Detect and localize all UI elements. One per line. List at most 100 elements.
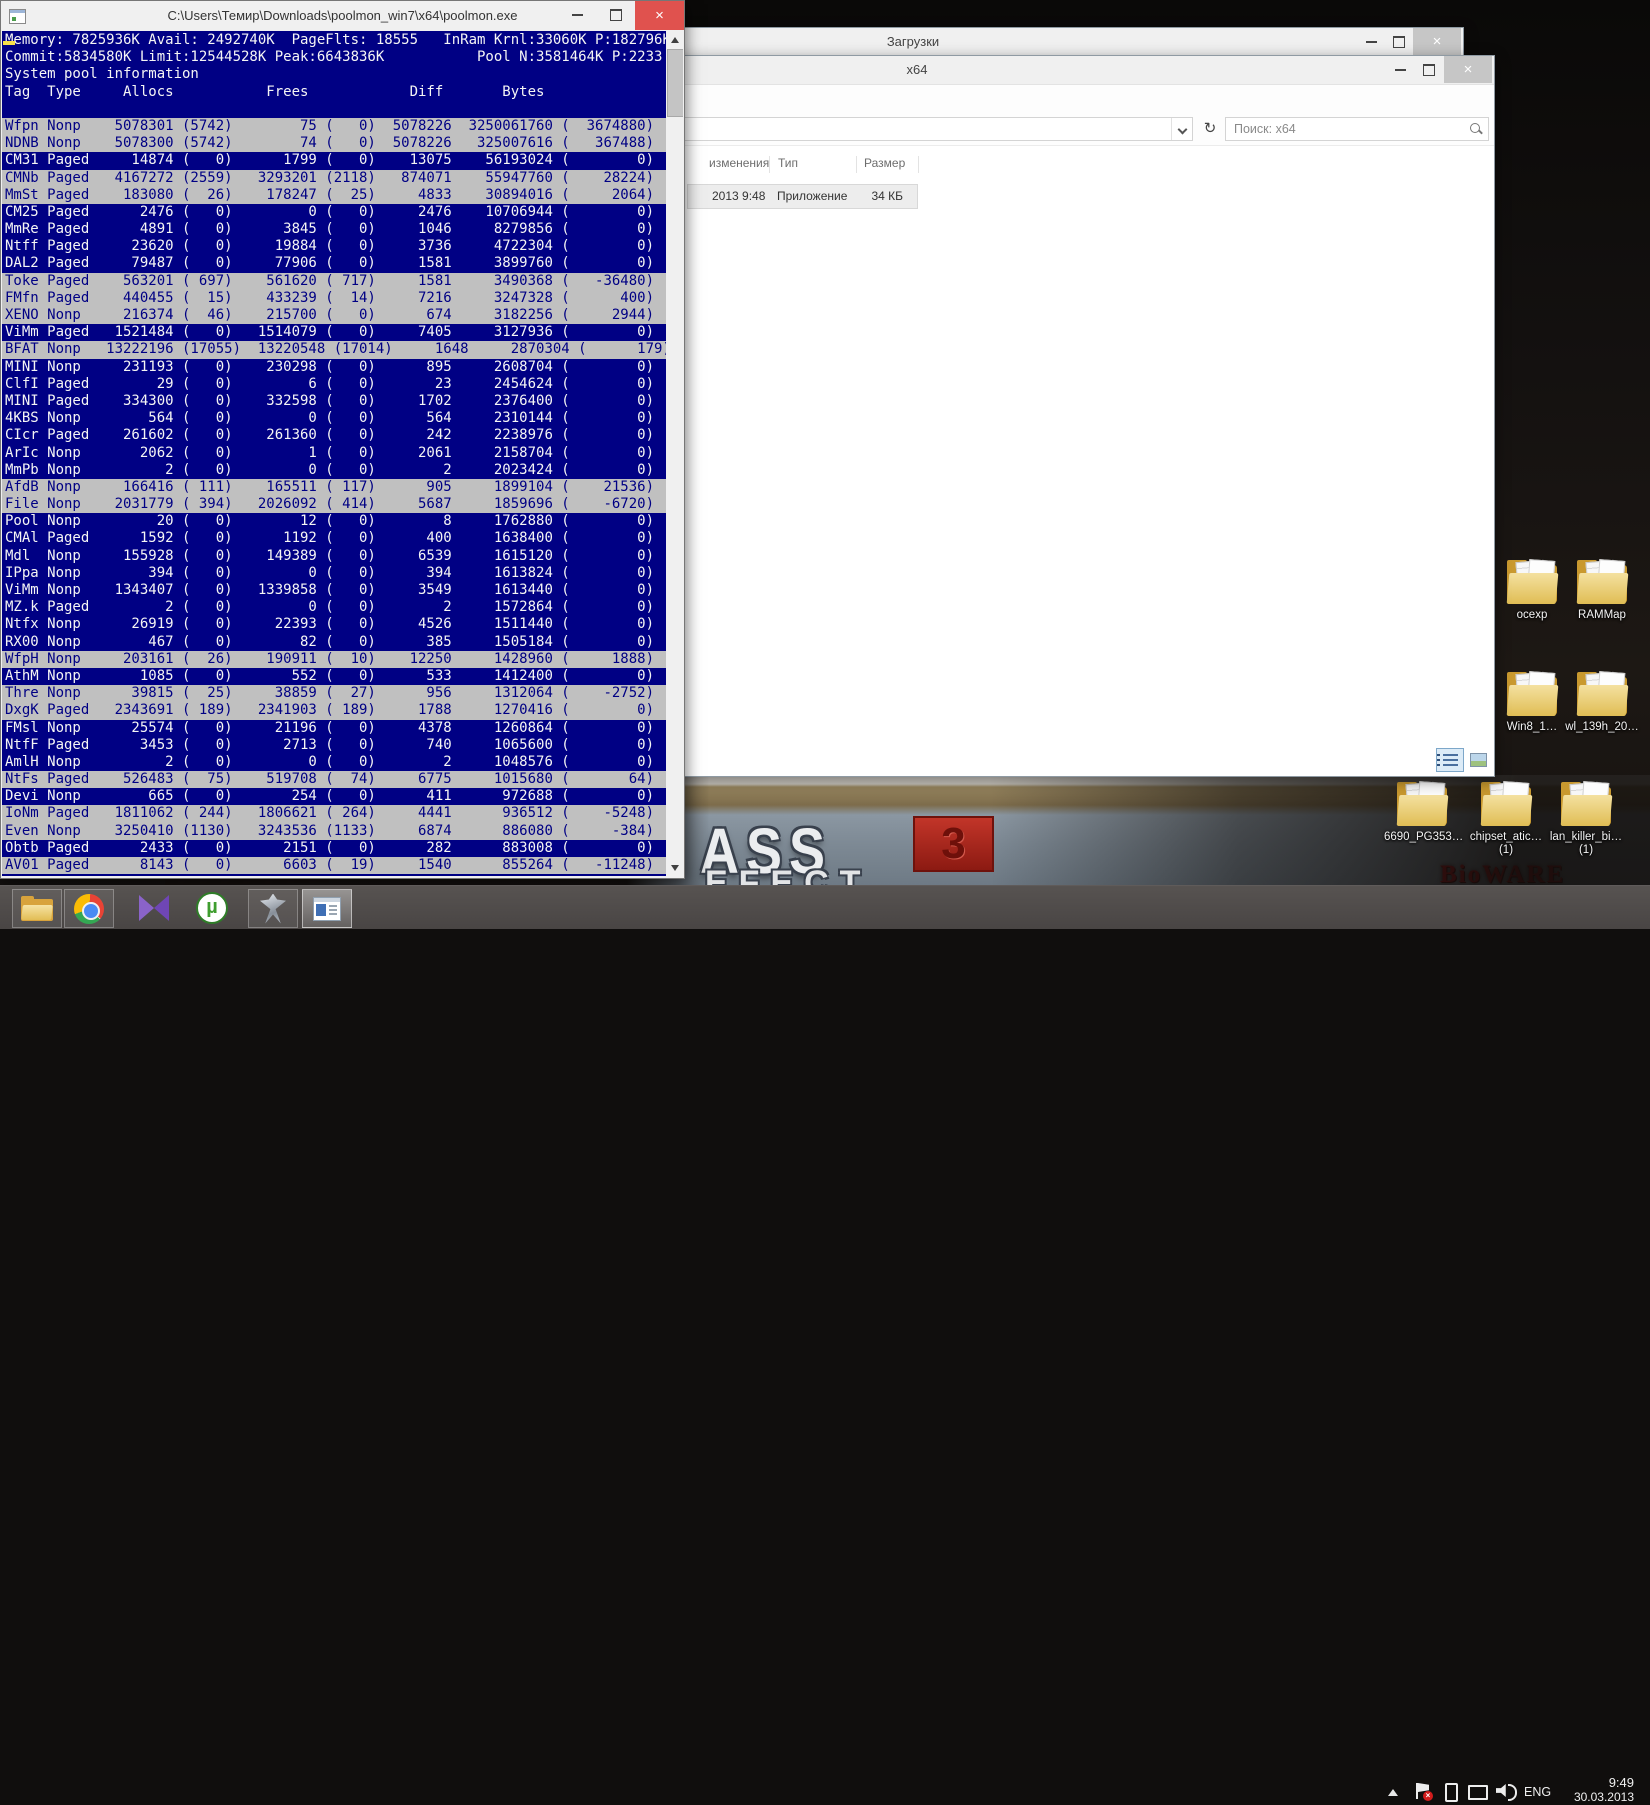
desktop-icon-wl139h[interactable]: wl_139h_20… bbox=[1564, 668, 1640, 734]
column-separator[interactable] bbox=[856, 156, 857, 173]
close-button[interactable]: × bbox=[1413, 28, 1461, 55]
desktop-icon-lan-killer[interactable]: lan_killer_bi… (1) bbox=[1548, 778, 1624, 857]
taskbar-starcraft-button[interactable] bbox=[248, 889, 298, 928]
taskbar-utorrent-button[interactable]: µ bbox=[188, 889, 236, 926]
console-row: NDNB Nonp 5078300 (5742) 74 ( 0) 5078226… bbox=[2, 135, 666, 152]
folder-icon bbox=[1558, 778, 1614, 828]
column-separator[interactable] bbox=[769, 156, 770, 173]
taskbar-file-explorer-button[interactable] bbox=[12, 889, 62, 928]
network-icon[interactable] bbox=[1468, 1785, 1488, 1800]
refresh-button[interactable]: ↻ bbox=[1197, 117, 1223, 141]
folder-icon bbox=[1478, 778, 1534, 828]
chevron-down-icon bbox=[1177, 124, 1187, 134]
console-row: NtfF Paged 3453 ( 0) 2713 ( 0) 740 10656… bbox=[5, 737, 666, 754]
console-row: WfpH Nonp 203161 ( 26) 190911 ( 10) 1225… bbox=[2, 651, 666, 668]
file-size: 34 КБ bbox=[871, 189, 903, 203]
search-input[interactable]: Поиск: x64 bbox=[1225, 117, 1489, 141]
maximize-button[interactable] bbox=[597, 1, 634, 28]
utorrent-icon: µ bbox=[196, 892, 228, 924]
minimize-button[interactable] bbox=[559, 1, 596, 28]
console-row: IPpa Nonp 394 ( 0) 0 ( 0) 394 1613824 ( … bbox=[5, 565, 666, 582]
console-row: AV01 Paged 8143 ( 0) 6603 ( 19) 1540 855… bbox=[2, 857, 666, 874]
maximize-button[interactable] bbox=[1415, 56, 1443, 83]
thumbnails-view-button[interactable] bbox=[1465, 749, 1491, 771]
console-row: AthM Nonp 1085 ( 0) 552 ( 0) 533 1412400… bbox=[5, 668, 666, 685]
search-placeholder: Поиск: x64 bbox=[1234, 122, 1296, 136]
console-row: CM31 Paged 14874 ( 0) 1799 ( 0) 13075 56… bbox=[5, 152, 666, 169]
desktop-icon-procexp[interactable]: ocexp bbox=[1494, 556, 1570, 622]
console-body: Memory: 7825936K Avail: 2492740K PageFlt… bbox=[2, 31, 683, 876]
console-row: Wfpn Nonp 5078301 (5742) 75 ( 0) 5078226… bbox=[2, 118, 666, 135]
console-cursor bbox=[3, 41, 15, 45]
close-button[interactable]: × bbox=[635, 1, 684, 30]
console-titlebar[interactable]: C:\Users\Темир\Downloads\poolmon_win7\x6… bbox=[1, 1, 684, 31]
console-row: NtFs Paged 526483 ( 75) 519708 ( 74) 677… bbox=[2, 771, 666, 788]
console-row: DAL2 Paged 79487 ( 0) 77906 ( 0) 1581 38… bbox=[5, 255, 666, 272]
tray-show-hidden-icons-chevron[interactable] bbox=[1388, 1789, 1398, 1796]
details-view-button[interactable] bbox=[1436, 748, 1464, 772]
console-output: Memory: 7825936K Avail: 2492740K PageFlt… bbox=[2, 32, 666, 876]
console-row: MmSt Paged 183080 ( 26) 178247 ( 25) 483… bbox=[2, 187, 666, 204]
close-button[interactable]: × bbox=[1444, 56, 1492, 83]
taskbar-chrome-button[interactable] bbox=[64, 889, 114, 928]
console-row: CMNb Paged 4167272 (2559) 3293201 (2118)… bbox=[2, 170, 666, 187]
column-header-size[interactable]: Размер bbox=[864, 156, 905, 170]
desktop-icon-chipset-atic[interactable]: chipset_atic… (1) bbox=[1468, 778, 1544, 857]
console-header-line: Memory: 7825936K Avail: 2492740K PageFlt… bbox=[5, 32, 666, 49]
console-row: File Nonp 2031779 ( 394) 2026092 ( 414) … bbox=[2, 496, 666, 513]
console-row: 4KBS Nonp 564 ( 0) 0 ( 0) 564 2310144 ( … bbox=[5, 410, 666, 427]
language-indicator[interactable]: ENG bbox=[1524, 1785, 1551, 1799]
folder-icon bbox=[1504, 556, 1560, 606]
thumbnails-view-icon bbox=[1470, 753, 1487, 767]
tray-time: 9:49 bbox=[1554, 1775, 1634, 1790]
minimize-button[interactable] bbox=[1386, 56, 1415, 83]
console-row: ViMm Paged 1521484 ( 0) 1514079 ( 0) 740… bbox=[5, 324, 666, 341]
desktop-icon-win8[interactable]: Win8_1… bbox=[1494, 668, 1570, 734]
console-row: CMAl Paged 1592 ( 0) 1192 ( 0) 400 16384… bbox=[5, 530, 666, 547]
scroll-down-button[interactable] bbox=[666, 859, 683, 876]
file-row-poolmon[interactable]: 2013 9:48 Приложение 34 КБ bbox=[687, 184, 918, 209]
maximize-button[interactable] bbox=[1385, 28, 1413, 55]
console-row: Devi Nonp 665 ( 0) 254 ( 0) 411 972688 (… bbox=[5, 788, 666, 805]
console-row: DxgK Paged 2343691 ( 189) 2341903 ( 189)… bbox=[2, 702, 666, 719]
action-center-flag-icon[interactable]: × bbox=[1416, 1783, 1430, 1799]
taskbar-kmplayer-button[interactable] bbox=[130, 889, 178, 926]
console-row: MINI Paged 334300 ( 0) 332598 ( 0) 1702 … bbox=[5, 393, 666, 410]
address-bar[interactable] bbox=[684, 117, 1193, 141]
console-row: RX00 Nonp 467 ( 0) 82 ( 0) 385 1505184 (… bbox=[5, 634, 666, 651]
device-icon[interactable] bbox=[1445, 1783, 1458, 1802]
starcraft-icon bbox=[260, 894, 286, 924]
console-row: Toke Paged 563201 ( 697) 561620 ( 717) 1… bbox=[2, 273, 666, 290]
scroll-up-button[interactable] bbox=[666, 31, 683, 48]
console-row: AfdB Nonp 166416 ( 111) 165511 ( 117) 90… bbox=[2, 479, 666, 496]
column-header-type[interactable]: Тип bbox=[778, 156, 798, 170]
taskbar-console-button[interactable] bbox=[302, 889, 352, 928]
volume-wave-icon bbox=[1508, 1784, 1517, 1801]
console-header-line: System pool information bbox=[5, 66, 666, 83]
downloads-window-title: Загрузки bbox=[883, 34, 943, 49]
console-row: Thre Nonp 39815 ( 25) 38859 ( 27) 956 13… bbox=[2, 685, 666, 702]
folder-icon bbox=[1574, 556, 1630, 606]
desktop-icon-6690-pg353[interactable]: 6690_PG353… bbox=[1384, 778, 1460, 844]
minimize-button[interactable] bbox=[1358, 28, 1385, 55]
console-blank-line bbox=[5, 101, 666, 118]
console-row: Even Nonp 3250410 (1130) 3243536 (1133) … bbox=[2, 823, 666, 840]
console-row: MINI Nonp 231193 ( 0) 230298 ( 0) 895 26… bbox=[5, 359, 666, 376]
poolmon-console-window: C:\Users\Темир\Downloads\poolmon_win7\x6… bbox=[0, 0, 685, 879]
scrollbar-thumb[interactable] bbox=[667, 49, 683, 117]
column-separator[interactable] bbox=[918, 156, 919, 173]
console-scrollbar[interactable] bbox=[666, 31, 683, 876]
kmplayer-icon bbox=[139, 895, 169, 921]
console-header-line: Tag Type Allocs Frees Diff Bytes bbox=[5, 84, 666, 101]
console-row: AmlH Nonp 2 ( 0) 0 ( 0) 2 1048576 ( 0) bbox=[5, 754, 666, 771]
tray-date: 30.03.2013 bbox=[1554, 1790, 1634, 1805]
address-dropdown-button[interactable] bbox=[1171, 118, 1192, 140]
folder-icon bbox=[1394, 778, 1450, 828]
chrome-icon bbox=[74, 894, 104, 924]
folder-icon bbox=[1574, 668, 1630, 718]
desktop-icon-rammap[interactable]: RAMMap bbox=[1564, 556, 1640, 622]
console-row: IoNm Paged 1811062 ( 244) 1806621 ( 264)… bbox=[2, 805, 666, 822]
console-row: ClfI Paged 29 ( 0) 6 ( 0) 23 2454624 ( 0… bbox=[5, 376, 666, 393]
column-header-modified[interactable]: изменения bbox=[709, 156, 769, 170]
tray-clock[interactable]: 9:49 30.03.2013 bbox=[1554, 1775, 1634, 1805]
